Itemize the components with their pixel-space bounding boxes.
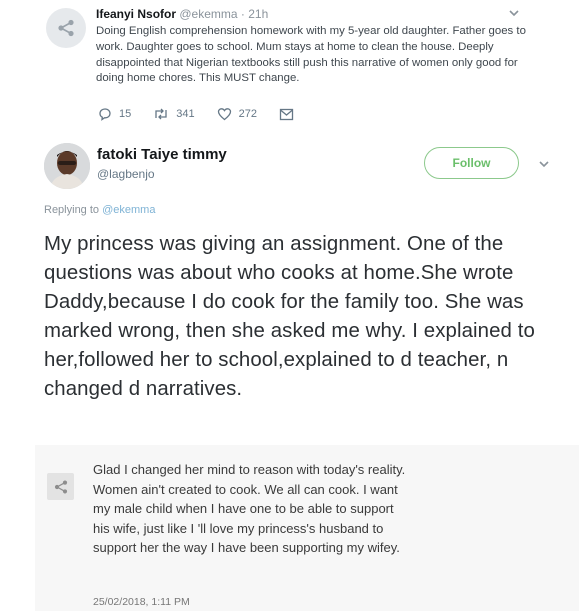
profile-photo bbox=[44, 143, 90, 189]
quoted-tweet-text: Doing English comprehension homework wit… bbox=[96, 25, 526, 85]
reply-author-name[interactable]: fatoki Taiye timmy bbox=[97, 146, 227, 163]
replying-to-prefix: Replying to bbox=[44, 204, 100, 216]
share-icon bbox=[47, 473, 74, 500]
chevron-down-icon[interactable] bbox=[507, 6, 521, 20]
retweet-button[interactable]: 341 bbox=[153, 107, 195, 121]
quoted-author-name[interactable]: Ifeanyi Nsofor bbox=[96, 7, 176, 21]
like-count: 272 bbox=[238, 108, 257, 120]
quoted-author[interactable]: Ifeanyi Nsofor @ekemma · 21h bbox=[96, 7, 268, 21]
direct-message-button[interactable] bbox=[279, 108, 301, 121]
heart-icon bbox=[217, 108, 231, 121]
share-icon bbox=[58, 19, 74, 37]
replying-to-label: Replying to @ekemma bbox=[44, 204, 155, 216]
chevron-down-icon[interactable] bbox=[537, 157, 551, 171]
reply-tweet-text: My princess was giving an assignment. On… bbox=[44, 233, 535, 400]
embedded-message-date: 25/02/2018, 1:11 PM bbox=[93, 596, 190, 608]
message-icon bbox=[279, 108, 294, 120]
like-button[interactable]: 272 bbox=[217, 107, 257, 121]
embedded-screenshot[interactable]: Glad I changed her mind to reason with t… bbox=[35, 445, 579, 611]
quoted-author-handle[interactable]: @ekemma bbox=[179, 7, 237, 21]
reply-icon bbox=[99, 108, 111, 121]
retweet-icon bbox=[155, 108, 167, 120]
quoted-avatar[interactable] bbox=[46, 8, 86, 48]
retweet-count: 341 bbox=[176, 108, 195, 120]
reply-author-avatar[interactable] bbox=[44, 143, 90, 189]
reply-button[interactable]: 15 bbox=[98, 107, 131, 121]
follow-button[interactable]: Follow bbox=[424, 147, 519, 179]
replying-to-mention[interactable]: @ekemma bbox=[102, 204, 155, 216]
embedded-message-text: Glad I changed her mind to reason with t… bbox=[93, 462, 406, 555]
quoted-timestamp[interactable]: · 21h bbox=[241, 7, 268, 21]
reply-author-handle[interactable]: @lagbenjo bbox=[97, 167, 155, 181]
reply-count: 15 bbox=[119, 108, 132, 120]
quoted-tweet-actions: 15 341 272 bbox=[98, 107, 323, 121]
